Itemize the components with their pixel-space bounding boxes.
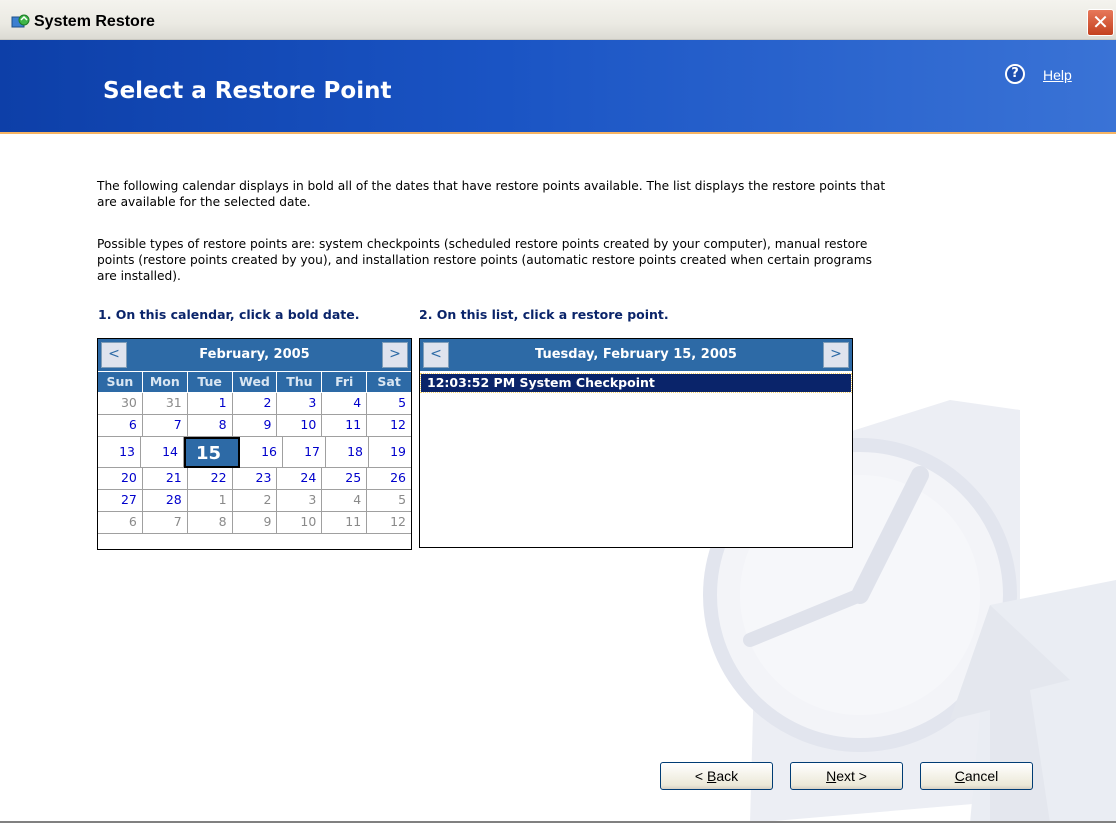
back-label-prefix: < xyxy=(694,768,707,784)
calendar-day[interactable]: 23 xyxy=(232,468,278,490)
back-button[interactable]: < Back xyxy=(660,762,773,790)
calendar-day[interactable]: 8 xyxy=(187,512,233,534)
calendar-day[interactable]: 14 xyxy=(141,437,184,468)
calendar-week-row: 6 7 8 9 10 11 12 xyxy=(98,415,412,437)
calendar-day[interactable]: 20 xyxy=(98,468,143,490)
next-button[interactable]: Next > xyxy=(790,762,903,790)
calendar-day[interactable]: 10 xyxy=(277,512,323,534)
calendar-day[interactable]: 31 xyxy=(142,393,188,415)
calendar-week-row: 30 31 1 2 3 4 5 xyxy=(98,393,412,415)
calendar-week-row: 20 21 22 23 24 25 26 xyxy=(98,468,412,490)
calendar-day[interactable]: 12 xyxy=(367,512,412,534)
calendar-day[interactable]: 7 xyxy=(142,415,188,437)
next-hotkey: N xyxy=(826,768,837,784)
weekday-tue: Tue xyxy=(187,372,233,392)
calendar-day[interactable]: 11 xyxy=(322,415,368,437)
calendar-day[interactable]: 3 xyxy=(277,490,323,512)
system-restore-icon xyxy=(11,14,30,28)
calendar-day-selected[interactable]: 15 xyxy=(184,437,240,468)
calendar-day[interactable]: 5 xyxy=(367,393,412,415)
weekday-wed: Wed xyxy=(232,372,278,392)
weekday-fri: Fri xyxy=(322,372,368,392)
calendar-day[interactable]: 3 xyxy=(277,393,323,415)
list-next-day-button[interactable]: > xyxy=(823,342,849,368)
header-divider xyxy=(0,132,1116,134)
weekday-sat: Sat xyxy=(367,372,412,392)
wizard-header: Select a Restore Point ? Help xyxy=(0,40,1116,132)
calendar-day[interactable]: 8 xyxy=(187,415,233,437)
calendar-day-grid: 30 31 1 2 3 4 5 6 7 8 9 10 11 12 13 14 15 16 17 18 19 20 21 22 2… xyxy=(98,393,412,534)
step-2-label: 2. On this list, click a restore point. xyxy=(419,307,669,322)
back-label-rest: ack xyxy=(716,768,739,784)
calendar-day[interactable]: 28 xyxy=(142,490,188,512)
help-link[interactable]: Help xyxy=(1043,67,1072,83)
page-title: Select a Restore Point xyxy=(103,78,392,104)
window-title: System Restore xyxy=(34,13,155,30)
intro-paragraph-1: The following calendar displays in bold … xyxy=(97,179,886,209)
calendar-day[interactable]: 11 xyxy=(322,512,368,534)
calendar-header: < February, 2005 > xyxy=(98,339,411,371)
calendar-week-row: 27 28 1 2 3 4 5 xyxy=(98,490,412,512)
weekday-mon: Mon xyxy=(142,372,188,392)
chevron-right-icon: > xyxy=(830,346,842,362)
calendar-day[interactable]: 27 xyxy=(98,490,143,512)
chevron-left-icon: < xyxy=(430,346,442,362)
calendar-next-month-button[interactable]: > xyxy=(382,342,408,368)
calendar-day[interactable]: 9 xyxy=(232,415,278,437)
calendar-week-row: 13 14 15 16 17 18 19 xyxy=(98,437,411,468)
intro-paragraph-2: Possible types of restore points are: sy… xyxy=(97,237,872,283)
calendar-day[interactable]: 17 xyxy=(283,437,326,468)
chevron-left-icon: < xyxy=(108,346,120,362)
calendar-day[interactable]: 30 xyxy=(98,393,143,415)
weekday-sun: Sun xyxy=(98,372,143,392)
cancel-hotkey: C xyxy=(954,768,965,784)
calendar-day[interactable]: 6 xyxy=(98,415,143,437)
restore-point-list: < Tuesday, February 15, 2005 > 12:03:52 … xyxy=(419,338,853,548)
calendar-day[interactable]: 4 xyxy=(322,490,368,512)
calendar-day[interactable]: 4 xyxy=(322,393,368,415)
calendar-day[interactable]: 9 xyxy=(232,512,278,534)
calendar-day[interactable]: 2 xyxy=(232,393,278,415)
calendar-day[interactable]: 6 xyxy=(98,512,143,534)
calendar-day[interactable]: 22 xyxy=(187,468,233,490)
calendar-day[interactable]: 24 xyxy=(277,468,323,490)
close-icon: ✕ xyxy=(1092,10,1109,34)
calendar-day[interactable]: 16 xyxy=(240,437,283,468)
restore-point-item[interactable]: 12:03:52 PM System Checkpoint xyxy=(420,373,852,393)
calendar-day[interactable]: 21 xyxy=(142,468,188,490)
title-bar: System Restore ✕ xyxy=(0,0,1116,40)
calendar-day[interactable]: 19 xyxy=(369,437,411,468)
weekday-thu: Thu xyxy=(277,372,323,392)
calendar-day[interactable]: 7 xyxy=(142,512,188,534)
cancel-button[interactable]: Cancel xyxy=(920,762,1033,790)
calendar-day[interactable]: 1 xyxy=(187,393,233,415)
calendar-day[interactable]: 13 xyxy=(98,437,141,468)
calendar-day[interactable]: 26 xyxy=(367,468,412,490)
calendar-day[interactable]: 5 xyxy=(367,490,412,512)
calendar-prev-month-button[interactable]: < xyxy=(101,342,127,368)
calendar-day[interactable]: 18 xyxy=(326,437,369,468)
calendar-day[interactable]: 1 xyxy=(187,490,233,512)
step-1-label: 1. On this calendar, click a bold date. xyxy=(98,307,360,322)
close-button[interactable]: ✕ xyxy=(1087,9,1114,36)
calendar-day[interactable]: 12 xyxy=(367,415,412,437)
list-prev-day-button[interactable]: < xyxy=(423,342,449,368)
next-label-rest: ext > xyxy=(836,768,867,784)
cancel-label-rest: ancel xyxy=(964,768,999,784)
back-hotkey: B xyxy=(706,768,717,784)
calendar-day[interactable]: 25 xyxy=(322,468,368,490)
calendar-day[interactable]: 2 xyxy=(232,490,278,512)
list-header: < Tuesday, February 15, 2005 > xyxy=(420,339,852,371)
calendar-weekday-row: Sun Mon Tue Wed Thu Fri Sat xyxy=(98,372,412,392)
help-icon[interactable]: ? xyxy=(1005,64,1025,84)
chevron-right-icon: > xyxy=(389,346,401,362)
list-date-label: Tuesday, February 15, 2005 xyxy=(535,347,737,362)
calendar-week-row: 6 7 8 9 10 11 12 xyxy=(98,512,412,534)
calendar-month-label: February, 2005 xyxy=(199,347,310,362)
calendar-day[interactable]: 10 xyxy=(277,415,323,437)
restore-calendar: < February, 2005 > Sun Mon Tue Wed Thu F… xyxy=(97,338,412,550)
